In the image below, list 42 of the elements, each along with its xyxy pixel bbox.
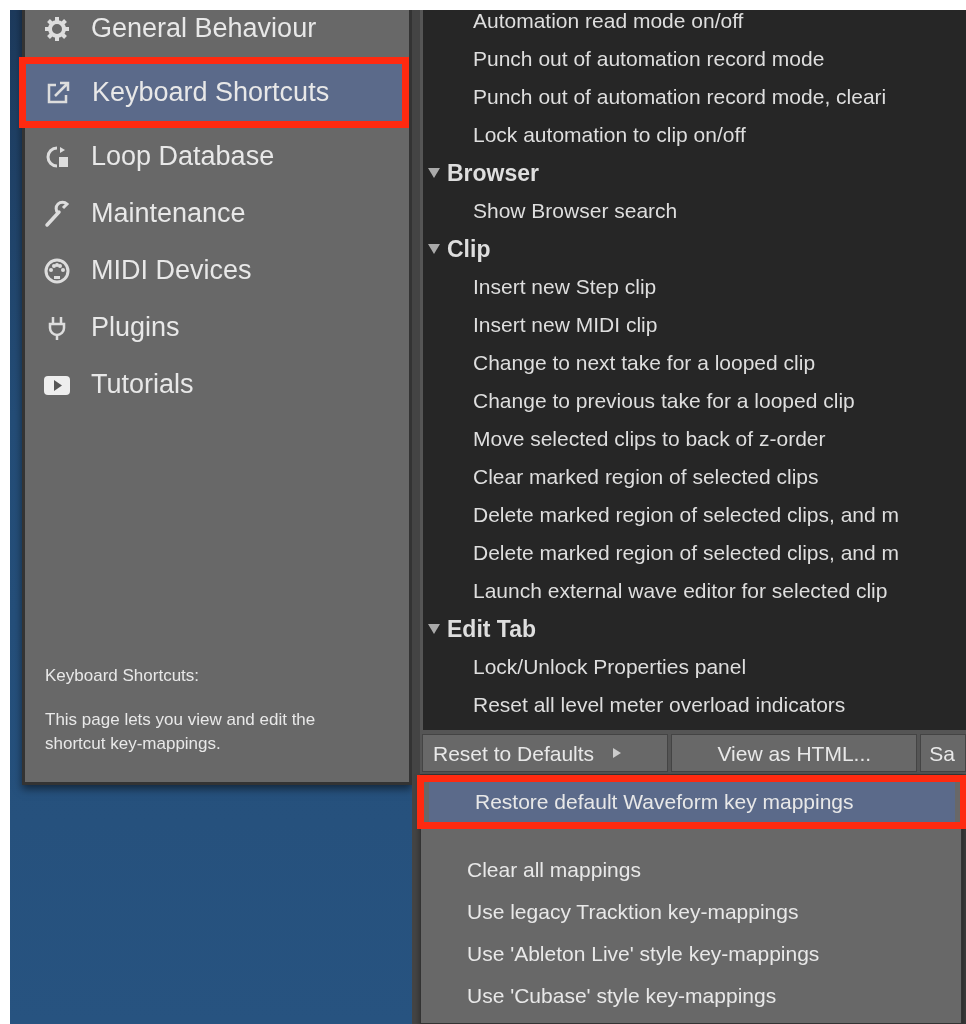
group-header[interactable]: Clip: [423, 230, 966, 268]
group-header[interactable]: Browser: [423, 154, 966, 192]
sidebar-item[interactable]: Maintenance: [25, 185, 409, 242]
midi-port-icon: [43, 256, 71, 285]
shortcut-item[interactable]: Insert new Step clip: [423, 268, 966, 306]
gear-icon: [43, 14, 71, 43]
sidebar-item[interactable]: Plugins: [25, 299, 409, 356]
sidebar-item[interactable]: Tutorials: [25, 356, 409, 413]
shortcut-item[interactable]: Reset all level meter overload indicators: [423, 686, 966, 724]
shortcut-item[interactable]: Clear marked region of selected clips: [423, 458, 966, 496]
expanded-triangle-icon[interactable]: [427, 167, 441, 179]
help-text: This page lets you view and edit the shortcut key-mappings.: [44, 709, 317, 756]
shortcut-item[interactable]: Move selected clips to back of z-order: [423, 420, 966, 458]
shortcut-item[interactable]: Automation read mode on/off: [423, 10, 966, 40]
shortcut-item[interactable]: Change to previous take for a looped clip: [423, 382, 966, 420]
sidebar-item[interactable]: General Behaviour: [25, 10, 409, 57]
sidebar-item[interactable]: Keyboard Shortcuts: [26, 64, 402, 121]
menu-item[interactable]: Use legacy Tracktion key-mappings: [421, 891, 961, 933]
menu-item[interactable]: Use 'Cubase' style key-mappings: [421, 975, 961, 1017]
shortcut-item[interactable]: Change to next take for a looped clip: [423, 344, 966, 382]
shortcut-item[interactable]: Delete marked region of selected clips, and m: [423, 534, 966, 572]
sidebar-item[interactable]: Loop Database: [25, 128, 409, 185]
toolbar-button[interactable]: Reset to Defaults: [422, 734, 669, 773]
toolbar-button[interactable]: View as HTML...: [671, 734, 918, 773]
shortcut-item[interactable]: Lock/Unlock Properties panel: [423, 648, 966, 686]
menu-item[interactable]: Restore default Waveform key mappings: [429, 782, 955, 822]
toolbar-button[interactable]: Sa: [920, 734, 966, 773]
shortcut-item[interactable]: Show Browser search: [423, 192, 966, 230]
shortcut-item[interactable]: Punch out of automation record mode, cleari: [423, 78, 966, 116]
shortcut-item[interactable]: Launch external wave editor for selected clip: [423, 572, 966, 610]
wrench-icon: [43, 199, 71, 228]
help-title: Keyboard Shortcuts:: [44, 664, 201, 687]
expanded-triangle-icon[interactable]: [427, 623, 441, 635]
shortcut-item[interactable]: Punch out of automation record mode: [423, 40, 966, 78]
shortcut-item[interactable]: Lock automation to clip on/off: [423, 116, 966, 154]
menu-item[interactable]: Clear all mappings: [421, 849, 961, 891]
expanded-triangle-icon[interactable]: [427, 243, 441, 255]
group-header[interactable]: Edit Tab: [423, 610, 966, 648]
menu-item[interactable]: Use 'Ableton Live' style key-mappings: [421, 933, 961, 975]
shortcut-item[interactable]: Insert new MIDI clip: [423, 306, 966, 344]
sidebar-item[interactable]: MIDI Devices: [25, 242, 409, 299]
shortcut-item[interactable]: Delete marked region of selected clips, and m: [423, 496, 966, 534]
